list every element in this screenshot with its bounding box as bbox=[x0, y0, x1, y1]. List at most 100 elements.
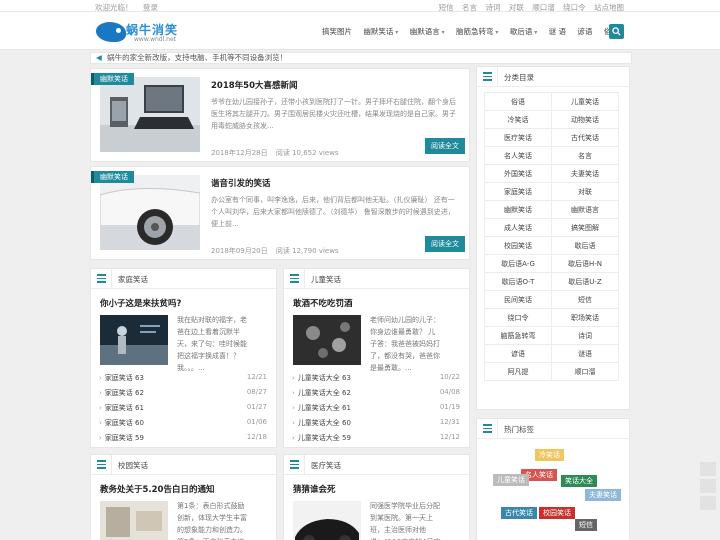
tag-link[interactable]: 冷笑话 bbox=[535, 449, 564, 461]
list-item[interactable]: 家庭笑话 6312/21 bbox=[99, 373, 267, 388]
login-link[interactable]: 登录 bbox=[143, 3, 158, 12]
featured-thumbnail[interactable] bbox=[100, 315, 168, 365]
list-item[interactable]: 儿童笑话大全 6204/08 bbox=[292, 388, 460, 403]
category-link[interactable]: 古代笑话 bbox=[551, 128, 619, 147]
category-link[interactable]: 职场笑话 bbox=[551, 308, 619, 327]
category-link[interactable]: 谜语 bbox=[551, 344, 619, 363]
read-more-button[interactable]: 阅读全文 bbox=[425, 236, 465, 252]
article-title[interactable]: 2018年50大喜感新闻 bbox=[211, 79, 298, 91]
category-link[interactable]: 脑筋急转弯 bbox=[484, 326, 552, 345]
category-box: 医疗笑话 猜猜谁会死 同强医学院毕业后分配到某医院。第一天上班，主治医师对他说：… bbox=[283, 454, 470, 540]
category-link[interactable]: 幽默语言 bbox=[551, 200, 619, 219]
top-link-poems[interactable]: 诗词 bbox=[485, 3, 500, 12]
nav-item[interactable]: 谚语 bbox=[577, 26, 592, 37]
article-title[interactable]: 谐音引发的笑话 bbox=[211, 177, 271, 189]
list-item[interactable]: 儿童笑话大全 6310/22 bbox=[292, 373, 460, 388]
category-badge[interactable]: 幽默笑话 bbox=[91, 171, 134, 183]
nav-item[interactable]: 谜 语 bbox=[549, 26, 566, 37]
article-date: 2018年09月20日 bbox=[211, 247, 268, 255]
tag-link[interactable]: 短信 bbox=[575, 519, 597, 531]
top-link-tongue-twisters[interactable]: 绕口令 bbox=[563, 3, 586, 12]
tag-link[interactable]: 校园笑话 bbox=[539, 507, 575, 519]
nav-item[interactable]: 脑筋急转弯 bbox=[456, 26, 498, 37]
box-title[interactable]: 儿童笑话 bbox=[311, 274, 341, 285]
box-title[interactable]: 医疗笑话 bbox=[311, 460, 341, 471]
box-header: 儿童笑话 bbox=[284, 269, 469, 289]
hot-tags: 热门标签 冷笑话 名人笑话 儿童笑话 笑话大全 夫妻笑话 古代笑话 校园笑话 短信 bbox=[476, 418, 630, 540]
featured-title[interactable]: 猜猜谁会死 bbox=[293, 483, 336, 495]
category-link[interactable]: 成人笑话 bbox=[484, 218, 552, 237]
category-link[interactable]: 对联 bbox=[551, 182, 619, 201]
featured-title[interactable]: 敢酒不吃吃罚酒 bbox=[293, 297, 353, 309]
category-link[interactable]: 顺口溜 bbox=[551, 362, 619, 381]
top-link-sms[interactable]: 短信 bbox=[439, 3, 454, 12]
search-button[interactable] bbox=[609, 24, 624, 39]
featured-excerpt: 我在贴对联的福字，老爸在边上看着沉默半天，来了句：哇时候能把这福字换成喜！？ 我… bbox=[177, 316, 247, 372]
site-logo[interactable]: 蜗牛消笑 www.wndl.net bbox=[96, 20, 178, 44]
featured-thumbnail[interactable] bbox=[100, 501, 168, 540]
category-link[interactable]: 搞笑图解 bbox=[551, 218, 619, 237]
list-item[interactable]: 家庭笑话 6101/27 bbox=[99, 403, 267, 418]
article-thumbnail[interactable] bbox=[100, 175, 200, 250]
category-link[interactable]: 儿童笑话 bbox=[551, 92, 619, 111]
search-icon bbox=[612, 27, 621, 36]
category-box: 儿童笑话 敢酒不吃吃罚酒 老师问幼儿园的儿子：你身边谁最勇敢？ 儿子答：我爸爸被… bbox=[283, 268, 470, 448]
featured-title[interactable]: 你小子这是来扶贫吗? bbox=[100, 297, 181, 309]
nav-item[interactable]: 幽默笑话 bbox=[363, 26, 398, 37]
top-link-quotes[interactable]: 名言 bbox=[462, 3, 477, 12]
category-link[interactable]: 校园笑话 bbox=[484, 236, 552, 255]
list-item[interactable]: 家庭笑话 6001/06 bbox=[99, 418, 267, 433]
top-link-sitemap[interactable]: 站点地图 bbox=[594, 3, 624, 12]
home-icon[interactable] bbox=[700, 462, 716, 476]
category-link[interactable]: 家庭笑话 bbox=[484, 182, 552, 201]
category-link[interactable]: 冷笑话 bbox=[484, 110, 552, 129]
featured-title[interactable]: 教务处关于5.20告白日的通知 bbox=[100, 483, 214, 495]
featured-excerpt: 第1条：表白形式鼓励创新，体现大学生丰富的想象能力和创造力。 第2条：不主张表白… bbox=[177, 502, 247, 540]
nav-item[interactable]: 歇后语 bbox=[510, 26, 537, 37]
list-item[interactable]: 儿童笑话大全 5912/12 bbox=[292, 433, 460, 448]
tag-link[interactable]: 夫妻笑话 bbox=[585, 489, 621, 501]
top-link-jingles[interactable]: 顺口溜 bbox=[532, 3, 555, 12]
tag-link[interactable]: 儿童笑话 bbox=[493, 474, 529, 486]
category-link[interactable]: 医疗笑话 bbox=[484, 128, 552, 147]
article-thumbnail[interactable] bbox=[100, 77, 200, 152]
article-card: 幽默笑话 2018年50大喜感新闻 爷爷在幼儿园接孙子，还带小孩到医院打了一针。… bbox=[90, 68, 470, 162]
category-link[interactable]: 歇后语 bbox=[551, 236, 619, 255]
nav-item[interactable]: 幽默语言 bbox=[410, 26, 445, 37]
tag-link[interactable]: 笑话大全 bbox=[561, 475, 597, 487]
nav-item[interactable]: 搞笑图片 bbox=[322, 26, 352, 37]
category-link[interactable]: 夫妻笑话 bbox=[551, 164, 619, 183]
category-link[interactable]: 外国笑话 bbox=[484, 164, 552, 183]
category-badge[interactable]: 幽默笑话 bbox=[91, 73, 134, 85]
category-link[interactable]: 名言 bbox=[551, 146, 619, 165]
category-link[interactable]: 歇后语H-N bbox=[551, 254, 619, 273]
share-icon[interactable] bbox=[700, 479, 716, 493]
article-meta: 2018年12月28日 阅读 10,652 views bbox=[211, 148, 345, 158]
category-link[interactable]: 名人笑话 bbox=[484, 146, 552, 165]
category-link[interactable]: 阿凡提 bbox=[484, 362, 552, 381]
list-item[interactable]: 家庭笑话 6208/27 bbox=[99, 388, 267, 403]
category-link[interactable]: 短信 bbox=[551, 290, 619, 309]
category-link[interactable]: 歇后语U-Z bbox=[551, 272, 619, 291]
category-link[interactable]: 俗语 bbox=[484, 92, 552, 111]
list-item[interactable]: 家庭笑话 5912/18 bbox=[99, 433, 267, 448]
list-item[interactable]: 儿童笑话大全 6012/31 bbox=[292, 418, 460, 433]
category-link[interactable]: 幽默笑话 bbox=[484, 200, 552, 219]
category-link[interactable]: 绕口令 bbox=[484, 308, 552, 327]
list-item[interactable]: 儿童笑话大全 6101/19 bbox=[292, 403, 460, 418]
category-link[interactable]: 歇后语A-G bbox=[484, 254, 552, 273]
box-header: 家庭笑话 bbox=[91, 269, 276, 289]
category-link[interactable]: 动物笑话 bbox=[551, 110, 619, 129]
featured-thumbnail[interactable] bbox=[293, 501, 361, 540]
category-link[interactable]: 谚语 bbox=[484, 344, 552, 363]
back-to-top-icon[interactable] bbox=[700, 496, 716, 510]
tag-link[interactable]: 古代笑话 bbox=[501, 507, 537, 519]
featured-thumbnail[interactable] bbox=[293, 315, 361, 365]
category-link[interactable]: 民间笑话 bbox=[484, 290, 552, 309]
top-link-couplets[interactable]: 对联 bbox=[509, 3, 524, 12]
read-more-button[interactable]: 阅读全文 bbox=[425, 138, 465, 154]
category-link[interactable]: 歇后语O-T bbox=[484, 272, 552, 291]
category-link[interactable]: 诗词 bbox=[551, 326, 619, 345]
box-title[interactable]: 校园笑话 bbox=[118, 460, 148, 471]
box-title[interactable]: 家庭笑话 bbox=[118, 274, 148, 285]
